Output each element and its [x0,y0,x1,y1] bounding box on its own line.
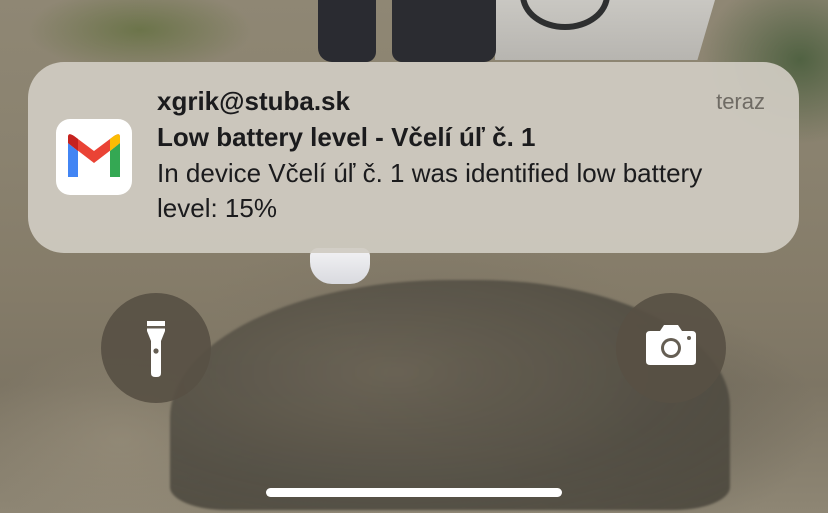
notification-time: teraz [716,89,765,114]
wallpaper-person-leg-right [392,0,496,62]
home-indicator[interactable] [266,488,562,497]
wallpaper-shoe [310,248,370,284]
notification-title: Low battery level - Včelí úľ č. 1 [157,122,536,152]
camera-icon [646,325,696,365]
notification-body: In device Včelí úľ č. 1 was identified l… [157,158,703,223]
gmail-icon [56,119,132,195]
flashlight-icon [147,321,165,377]
notification-sender: xgrik@stuba.sk [157,86,350,116]
flashlight-button[interactable] [101,293,211,403]
wallpaper-person-leg-left [318,0,376,62]
gmail-logo [68,134,120,177]
camera-button[interactable] [616,293,726,403]
gmail-notification[interactable]: xgrik@stuba.sk teraz Low battery level -… [28,62,799,253]
